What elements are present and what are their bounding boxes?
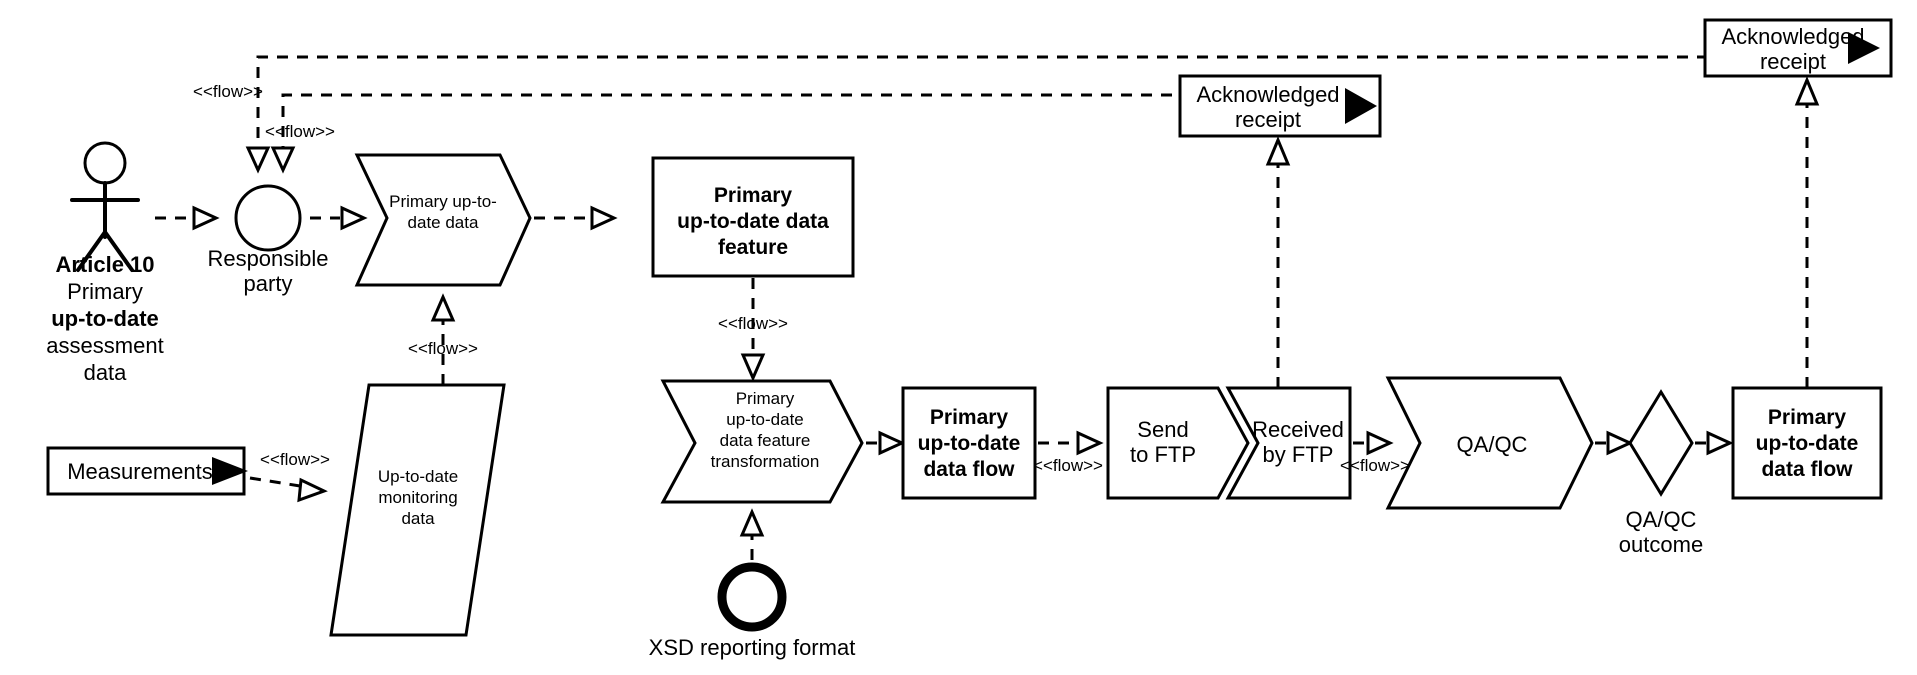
dataflow-mid-label-line1: Primary [930, 406, 1009, 429]
responsible-party-label-line2: party [244, 271, 293, 296]
monitoring-label-line2: monitoring [378, 488, 457, 507]
edge-transformation-to-dataflow [866, 430, 906, 456]
edge-label-monitoring-flow: <<flow>> [408, 339, 478, 358]
actor-label-line4: assessment [46, 333, 163, 358]
qa-qc-outcome-label-line1: QA/QC [1626, 507, 1697, 532]
xsd-reporting-format-node [717, 562, 787, 632]
send-to-ftp-label-line2: to FTP [1130, 442, 1196, 467]
qa-qc-outcome-label-line2: outcome [1619, 532, 1703, 557]
send-to-ftp-label-line1: Send [1137, 417, 1188, 442]
edge-dataflow-to-sendftp [1038, 430, 1104, 456]
primary-data-label-line1: Primary up-to- [389, 192, 497, 211]
xsd-format-label: XSD reporting format [649, 635, 856, 660]
received-by-ftp-label-line2: by FTP [1263, 442, 1334, 467]
dataflow-right-label-line1: Primary [1768, 406, 1847, 429]
ack-right-label-line1: Acknowledged [1721, 24, 1864, 49]
edge-receivedftp-to-ack-mid [1265, 136, 1291, 388]
transformation-label-line2: up-to-date [726, 410, 804, 429]
edge-chevron-to-feature [534, 205, 618, 231]
dataflow-right-label-line3: data flow [1761, 458, 1853, 481]
feature-label-line2: up-to-date data [677, 210, 829, 233]
edge-receivedftp-to-qaqc [1353, 430, 1394, 456]
responsible-party-node [234, 184, 302, 252]
ack-right-label-line2: receipt [1760, 49, 1826, 74]
edge-label-qaqc-flow: <<flow>> [1340, 456, 1410, 475]
responsible-party-label-line1: Responsible [207, 246, 328, 271]
edge-label-ack-mid-flow: <<flow>> [265, 122, 335, 141]
edge-dataflow-right-to-ack-right [1794, 76, 1820, 388]
edge-label-measurements-flow: <<flow>> [260, 450, 330, 469]
transformation-label-line3: data feature [720, 431, 811, 450]
edge-ack-right-return [245, 55, 1812, 174]
edge-actor-to-party [155, 205, 220, 231]
dataflow-mid-label-line3: data flow [923, 458, 1015, 481]
dataflow-mid-label-line2: up-to-date [918, 432, 1021, 455]
monitoring-label-line3: data [401, 509, 435, 528]
uml-information-flow-diagram: <<flow>> <<flow>> Article 10 Primary up-… [46, 18, 1893, 660]
dataflow-right-label-line2: up-to-date [1756, 432, 1859, 455]
ack-mid-label-line2: receipt [1235, 107, 1301, 132]
actor-label-line3: up-to-date [51, 306, 159, 331]
qa-qc-outcome-node [1628, 389, 1694, 497]
feature-label-line3: feature [718, 236, 788, 259]
transformation-label-line4: transformation [711, 452, 820, 471]
feature-label-line1: Primary [714, 184, 793, 207]
actor-label-line5: data [84, 360, 128, 385]
actor-label-line1: Article 10 [55, 252, 154, 277]
primary-data-label-line2: date data [408, 213, 479, 232]
diagram-canvas: <<flow>> <<flow>> Article 10 Primary up-… [0, 0, 1917, 675]
edge-party-to-chevron [310, 205, 368, 231]
edge-label-ack-right-flow: <<flow>> [193, 82, 263, 101]
edge-xsd-to-transformation [739, 508, 765, 560]
actor-label-line2: Primary [67, 279, 143, 304]
ack-mid-label-line1: Acknowledged [1196, 82, 1339, 107]
article-10-actor [70, 141, 140, 272]
transformation-label-line1: Primary [736, 389, 795, 408]
edge-outcome-to-dataflow-right [1695, 430, 1734, 456]
monitoring-label-line1: Up-to-date [378, 467, 458, 486]
measurements-label: Measurements [67, 459, 213, 484]
edge-measurements-to-monitoring [249, 476, 328, 503]
edge-label-sendftp-flow: <<flow>> [1033, 456, 1103, 475]
edge-label-feature-flow: <<flow>> [718, 314, 788, 333]
edge-qaqc-to-outcome [1595, 430, 1634, 456]
received-by-ftp-label-line1: Received [1252, 417, 1344, 442]
qa-qc-label: QA/QC [1457, 432, 1528, 457]
